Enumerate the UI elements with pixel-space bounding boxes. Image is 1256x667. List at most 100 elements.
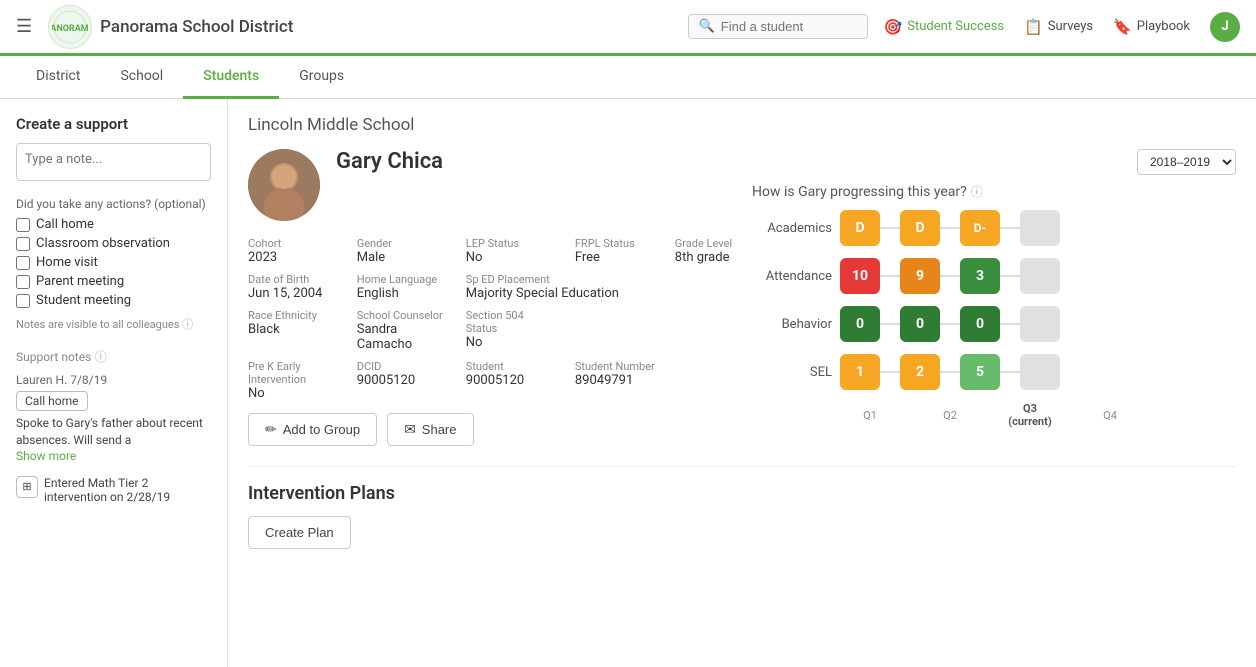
- sel-dots: 1 2 5: [840, 354, 1060, 390]
- share-icon: ✉: [404, 421, 416, 438]
- top-section: Gary Chica Cohort 2023 Gender Male LEP S…: [248, 149, 1236, 446]
- academics-q1-dot[interactable]: D: [840, 210, 880, 246]
- attendance-q1-dot[interactable]: 10: [840, 258, 880, 294]
- connector: [1000, 371, 1020, 373]
- logo-text: Panorama School District: [100, 17, 293, 37]
- gender-label: Gender: [357, 237, 446, 250]
- call-home-checkbox-row: Call home: [16, 217, 211, 232]
- student-header: Gary Chica: [248, 149, 732, 221]
- student-meeting-checkbox[interactable]: [16, 294, 30, 308]
- search-input[interactable]: [721, 19, 851, 34]
- q4-label: Q4: [1080, 409, 1140, 422]
- academics-label: Academics: [752, 221, 832, 236]
- behavior-q3-dot[interactable]: 0: [960, 306, 1000, 342]
- show-more-link[interactable]: Show more: [16, 449, 76, 463]
- behavior-q2-dot[interactable]: 0: [900, 306, 940, 342]
- progress-column: 2018–2019 How is Gary progressing this y…: [752, 149, 1236, 428]
- behavior-q1-dot[interactable]: 0: [840, 306, 880, 342]
- nav-tab-school[interactable]: School: [100, 56, 183, 99]
- home-visit-checkbox[interactable]: [16, 256, 30, 270]
- student-avatar-image: [248, 149, 320, 221]
- academics-q2-dot[interactable]: D: [900, 210, 940, 246]
- prek-cell: Pre K Early Intervention No: [248, 360, 337, 401]
- race-label: Race Ethnicity: [248, 309, 337, 322]
- student-name-block: Gary Chica: [336, 149, 443, 182]
- nav-tab-students[interactable]: Students: [183, 56, 279, 99]
- sped-label: Sp ED Placement: [466, 273, 732, 286]
- student-details-grid: Cohort 2023 Gender Male LEP Status No FR…: [248, 237, 732, 401]
- dcid-value: 90005120: [357, 373, 446, 388]
- academics-q3-dot[interactable]: D-: [960, 210, 1000, 246]
- connector: [940, 323, 960, 325]
- home-visit-checkbox-row: Home visit: [16, 255, 211, 270]
- classroom-observation-label: Classroom observation: [36, 236, 170, 251]
- connector: [940, 227, 960, 229]
- user-avatar[interactable]: J: [1210, 12, 1240, 42]
- chart-quarters: Q1 Q2 Q3(current) Q4: [752, 402, 1236, 428]
- parent-meeting-checkbox[interactable]: [16, 275, 30, 289]
- playbook-link[interactable]: 🔖 Playbook: [1113, 18, 1190, 36]
- attendance-q2-dot[interactable]: 9: [900, 258, 940, 294]
- sec504-label: Section 504 Status: [466, 309, 555, 335]
- classroom-observation-checkbox[interactable]: [16, 237, 30, 251]
- nav-tab-district[interactable]: District: [16, 56, 100, 99]
- note-entry-1: Lauren H. 7/8/19 Call home Spoke to Gary…: [16, 373, 211, 464]
- add-to-group-button[interactable]: ✏ Add to Group: [248, 413, 377, 446]
- grade-cell: Grade Level 8th grade: [675, 237, 732, 265]
- q2-label: Q2: [920, 409, 980, 422]
- note-textarea[interactable]: [16, 143, 211, 181]
- grade-value: 8th grade: [675, 250, 732, 265]
- attendance-dots: 10 9 3: [840, 258, 1060, 294]
- share-button[interactable]: ✉ Share: [387, 413, 473, 446]
- sel-q4-dot: [1020, 354, 1060, 390]
- q1-label: Q1: [840, 409, 900, 422]
- support-notes-title: Support notes ⓘ: [16, 348, 211, 365]
- prek-label: Pre K Early Intervention: [248, 360, 337, 386]
- sel-q3-dot[interactable]: 5: [960, 354, 1000, 390]
- intervention-title: Intervention Plans: [248, 483, 1236, 504]
- cohort-value: 2023: [248, 250, 337, 265]
- grade-label: Grade Level: [675, 237, 732, 250]
- sel-q1-dot[interactable]: 1: [840, 354, 880, 390]
- nav-tab-groups[interactable]: Groups: [279, 56, 364, 99]
- sec504-value: No: [466, 335, 555, 350]
- sel-q2-dot[interactable]: 2: [900, 354, 940, 390]
- call-home-checkbox[interactable]: [16, 218, 30, 232]
- year-select-dropdown[interactable]: 2018–2019: [1137, 149, 1236, 175]
- note-text-1: Spoke to Gary's father about recent abse…: [16, 415, 211, 449]
- create-plan-button[interactable]: Create Plan: [248, 516, 351, 549]
- student-id-label: Student: [466, 360, 555, 373]
- add-to-group-label: Add to Group: [283, 422, 360, 437]
- intervention-note-icon: ⊞: [16, 476, 38, 498]
- connector: [880, 227, 900, 229]
- student-success-label: Student Success: [907, 19, 1004, 34]
- student-number-label: Student Number: [575, 360, 655, 373]
- academics-dots: D D D-: [840, 210, 1060, 246]
- hamburger-menu-icon[interactable]: ☰: [16, 16, 32, 37]
- nav-links: 🎯 Student Success 📋 Surveys 🔖 Playbook J: [884, 12, 1240, 42]
- attendance-q3-dot[interactable]: 3: [960, 258, 1000, 294]
- sidebar: Create a support Did you take any action…: [0, 99, 228, 667]
- connector: [1000, 323, 1020, 325]
- dcid-cell: DCID 90005120: [357, 360, 446, 401]
- svg-text:PANORAMA: PANORAMA: [52, 24, 88, 34]
- sec504-cell: Section 504 Status No: [466, 309, 555, 352]
- home-visit-label: Home visit: [36, 255, 98, 270]
- surveys-link[interactable]: 📋 Surveys: [1024, 18, 1093, 36]
- connector: [880, 371, 900, 373]
- student-name: Gary Chica: [336, 149, 443, 174]
- create-support-title: Create a support: [16, 115, 211, 133]
- sel-row: SEL 1 2 5: [752, 354, 1236, 390]
- classroom-observation-checkbox-row: Classroom observation: [16, 236, 211, 251]
- academics-row: Academics D D D-: [752, 210, 1236, 246]
- playbook-icon: 🔖: [1113, 18, 1132, 36]
- attendance-q4-dot: [1020, 258, 1060, 294]
- student-success-link[interactable]: 🎯 Student Success: [884, 18, 1005, 36]
- sped-value: Majority Special Education: [466, 286, 732, 301]
- search-bar[interactable]: 🔍: [688, 14, 868, 39]
- search-icon: 🔍: [699, 19, 715, 34]
- homelang-cell: Home Language English: [357, 273, 446, 301]
- behavior-dots: 0 0 0: [840, 306, 1060, 342]
- content-area: Lincoln Middle School: [228, 99, 1256, 667]
- sel-label: SEL: [752, 365, 832, 380]
